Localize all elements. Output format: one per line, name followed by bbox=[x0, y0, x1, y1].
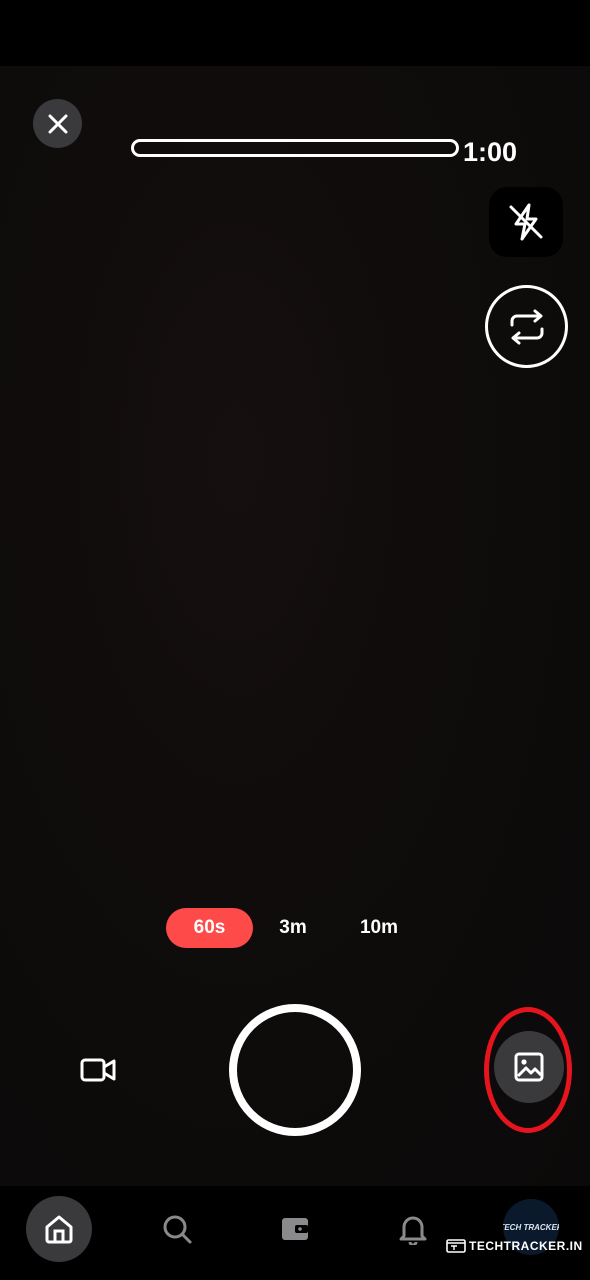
gallery-button[interactable] bbox=[494, 1031, 564, 1103]
watermark-text: TECHTRACKER.IN bbox=[469, 1239, 583, 1253]
avatar-label: TECH TRACKER bbox=[503, 1222, 559, 1232]
recording-timer: 1:00 bbox=[463, 137, 518, 167]
duration-option-10m[interactable]: 10m bbox=[344, 908, 414, 948]
nav-search[interactable] bbox=[144, 1196, 210, 1262]
gallery-icon bbox=[514, 1052, 544, 1082]
camera-screen: 1:00 60s 3m 10m ECH TRACKER TECHTRACKER.… bbox=[0, 0, 590, 1280]
video-mode-button[interactable] bbox=[80, 1054, 116, 1086]
close-button[interactable] bbox=[33, 99, 82, 148]
flip-camera-button[interactable] bbox=[485, 285, 568, 368]
watermark: TECHTRACKER.IN bbox=[446, 1236, 583, 1256]
search-icon bbox=[163, 1215, 192, 1244]
video-camera-icon bbox=[80, 1058, 116, 1082]
flip-camera-icon bbox=[510, 309, 543, 344]
nav-notifications[interactable] bbox=[380, 1196, 446, 1262]
record-button[interactable] bbox=[229, 1004, 361, 1136]
nav-wallet[interactable] bbox=[262, 1196, 328, 1262]
status-bar bbox=[0, 0, 590, 66]
flash-toggle-button[interactable] bbox=[489, 187, 563, 257]
flash-off-icon bbox=[509, 203, 543, 241]
nav-home[interactable] bbox=[26, 1196, 92, 1262]
duration-option-60s[interactable]: 60s bbox=[166, 908, 253, 948]
bell-icon bbox=[399, 1216, 427, 1245]
duration-option-3m[interactable]: 3m bbox=[262, 908, 324, 948]
recording-progress-bar bbox=[131, 139, 459, 157]
bottom-navigation: TECH TRACKER bbox=[0, 1186, 590, 1280]
techtracker-logo-icon bbox=[446, 1239, 466, 1253]
wallet-icon bbox=[282, 1218, 308, 1240]
duration-selector: 60s 3m 10m bbox=[166, 908, 426, 948]
close-icon bbox=[48, 114, 67, 133]
home-icon bbox=[45, 1215, 73, 1244]
